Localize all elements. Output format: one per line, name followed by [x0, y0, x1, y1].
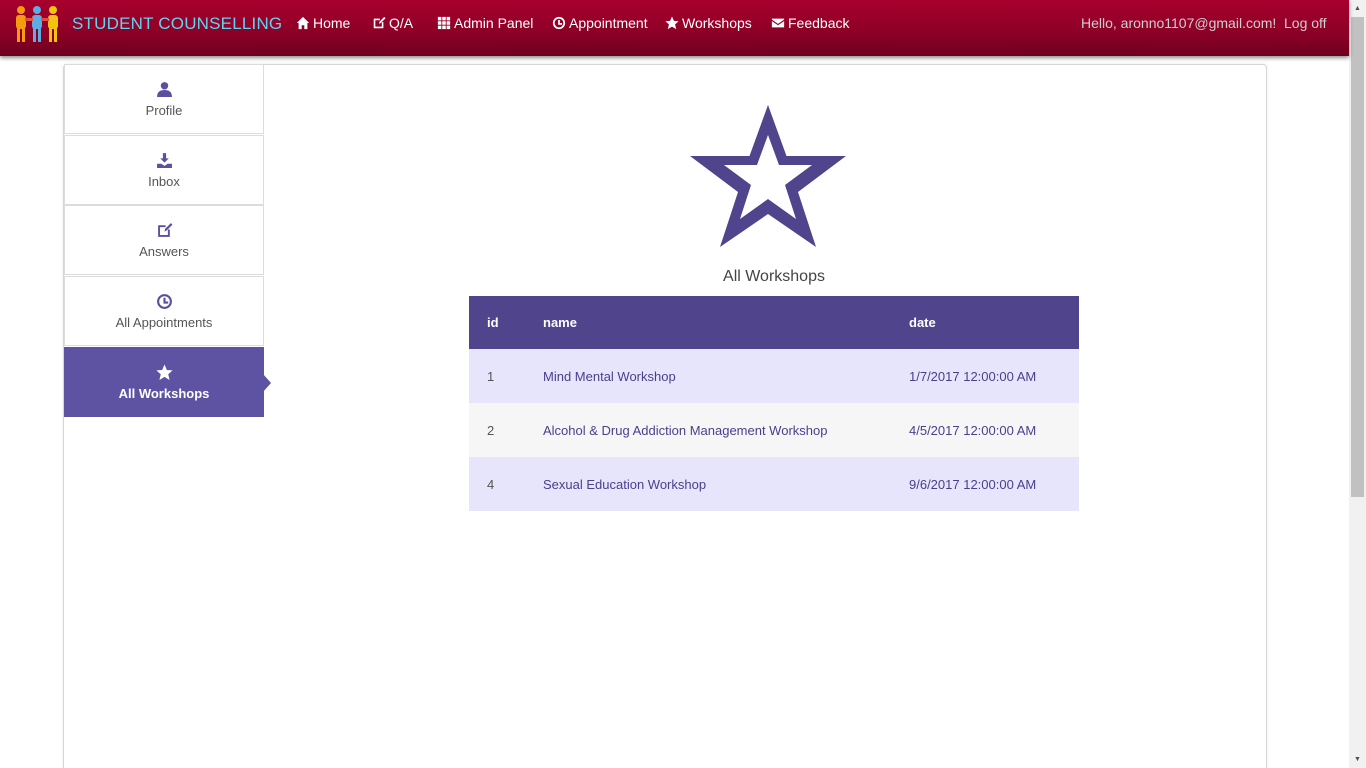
nav-qa[interactable]: Q/A: [372, 13, 413, 33]
user-greeting-link[interactable]: Hello, aronno1107@gmail.com!: [1081, 13, 1276, 33]
nav-workshops[interactable]: Workshops: [665, 13, 752, 33]
nav-qa-label: Q/A: [389, 15, 414, 31]
cell-name: Alcohol & Drug Addiction Management Work…: [525, 403, 891, 457]
cell-id: 4: [469, 457, 525, 511]
nav-home-label: Home: [313, 15, 351, 31]
download-icon: [156, 152, 172, 168]
brand[interactable]: STUDENT COUNSELLING: [14, 4, 282, 44]
column-header-name: name: [525, 296, 891, 349]
vertical-scrollbar[interactable]: ▲ ▼: [1349, 0, 1366, 768]
scrollbar-thumb[interactable]: [1351, 17, 1364, 497]
sidebar-item-label: Profile: [145, 102, 183, 118]
user-icon: [156, 81, 172, 97]
table-row[interactable]: 2 Alcohol & Drug Addiction Management Wo…: [469, 403, 1079, 457]
edit-icon: [157, 222, 172, 237]
sidebar-item-answers[interactable]: Answers: [64, 205, 264, 275]
workshops-table: id name date 1 Mind Mental Workshop 1/7/…: [469, 296, 1079, 511]
star-outline-icon: [690, 105, 846, 247]
column-header-id: id: [469, 296, 525, 349]
column-header-date: date: [891, 296, 1079, 349]
cell-id: 1: [469, 349, 525, 403]
nav-feedback[interactable]: Feedback: [771, 13, 849, 33]
table-row[interactable]: 1 Mind Mental Workshop 1/7/2017 12:00:00…: [469, 349, 1079, 403]
edit-icon: [373, 16, 386, 29]
star-icon: [665, 16, 679, 30]
people-logo-icon: [16, 6, 58, 42]
nav-workshops-label: Workshops: [682, 15, 752, 31]
cell-date: 1/7/2017 12:00:00 AM: [891, 349, 1079, 403]
scroll-up-icon[interactable]: ▲: [1349, 0, 1366, 17]
scroll-down-icon[interactable]: ▼: [1349, 751, 1366, 768]
clock-icon: [156, 293, 172, 309]
top-navbar: STUDENT COUNSELLING Home Q/A Admin Panel…: [0, 0, 1349, 56]
cell-date: 9/6/2017 12:00:00 AM: [891, 457, 1079, 511]
nav-home[interactable]: Home: [296, 13, 350, 33]
cell-name: Mind Mental Workshop: [525, 349, 891, 403]
envelope-icon: [771, 18, 785, 28]
cell-id: 2: [469, 403, 525, 457]
nav-admin-panel[interactable]: Admin Panel: [437, 13, 533, 33]
table-row[interactable]: 4 Sexual Education Workshop 9/6/2017 12:…: [469, 457, 1079, 511]
cell-date: 4/5/2017 12:00:00 AM: [891, 403, 1079, 457]
clock-icon: [552, 16, 566, 30]
sidebar-item-profile[interactable]: Profile: [64, 64, 264, 134]
cell-name: Sexual Education Workshop: [525, 457, 891, 511]
nav-appointment[interactable]: Appointment: [552, 13, 648, 33]
home-icon: [296, 16, 310, 30]
sidebar-item-label: Answers: [139, 243, 189, 259]
sidebar-item-all-workshops[interactable]: All Workshops: [64, 347, 271, 417]
star-icon: [155, 364, 173, 380]
table-header-row: id name date: [469, 296, 1079, 349]
sidebar-item-label: All Workshops: [118, 385, 210, 401]
nav-feedback-label: Feedback: [788, 15, 850, 31]
grid-icon: [437, 16, 451, 30]
sidebar-item-label: All Appointments: [115, 314, 213, 330]
page-title: All Workshops: [723, 268, 825, 285]
brand-title: STUDENT COUNSELLING: [72, 14, 283, 33]
sidebar-item-label: Inbox: [148, 173, 180, 189]
logoff-link[interactable]: Log off: [1284, 13, 1327, 33]
nav-admin-panel-label: Admin Panel: [454, 15, 534, 31]
sidebar-item-inbox[interactable]: Inbox: [64, 135, 264, 205]
sidebar-item-all-appointments[interactable]: All Appointments: [64, 276, 264, 346]
nav-appointment-label: Appointment: [569, 15, 648, 31]
